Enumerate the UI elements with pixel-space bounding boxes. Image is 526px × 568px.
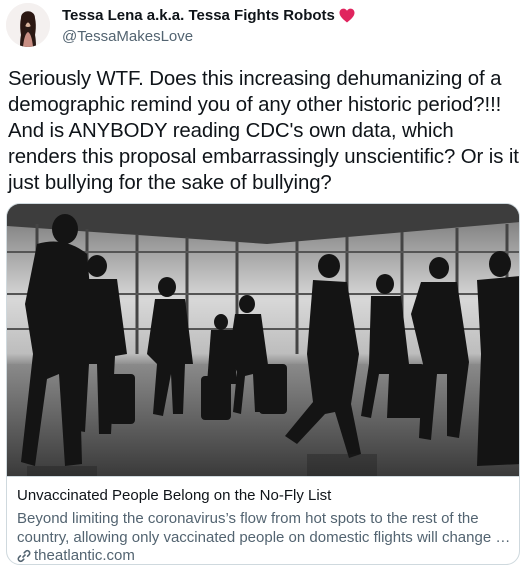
card-title[interactable]: Unvaccinated People Belong on the No-Fly… (17, 487, 511, 504)
tweet: Tessa Lena a.k.a. Tessa Fights Robots @T… (0, 0, 526, 568)
card-image[interactable] (7, 204, 519, 476)
author-display-name[interactable]: Tessa Lena a.k.a. Tessa Fights Robots (62, 7, 355, 24)
tweet-text: Seriously WTF. Does this increasing dehu… (8, 68, 519, 194)
card-divider (7, 476, 519, 477)
card-description: Beyond limiting the coronavirus’s flow f… (17, 510, 511, 546)
link-icon (17, 549, 31, 563)
card-domain[interactable]: theatlantic.com (17, 547, 135, 564)
avatar[interactable] (6, 3, 50, 47)
red-heart-icon (339, 8, 355, 23)
link-card[interactable]: Unvaccinated People Belong on the No-Fly… (6, 203, 520, 565)
author-handle[interactable]: @TessaMakesLove (62, 28, 193, 45)
card-domain-text: theatlantic.com (34, 547, 135, 564)
author-name-text: Tessa Lena a.k.a. Tessa Fights Robots (62, 7, 335, 24)
